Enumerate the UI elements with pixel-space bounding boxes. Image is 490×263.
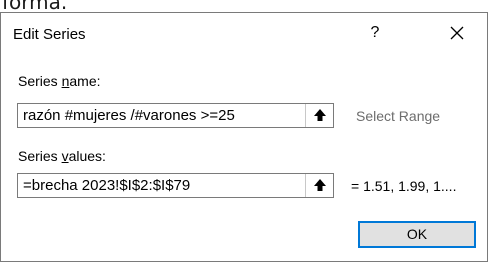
series-values-input[interactable]: =brecha 2023!$I$2:$I$79: [17, 173, 334, 198]
series-values-label-access-key: v: [61, 148, 69, 164]
screenshot: forma. Edit Series ? Series name: razón …: [0, 0, 490, 263]
edit-series-dialog: Edit Series ? Series name: razón #mujere…: [0, 12, 488, 262]
help-button[interactable]: ?: [357, 17, 393, 49]
series-values-label-prefix: Series: [18, 148, 62, 164]
series-values-label: Series values:: [18, 148, 106, 164]
ok-button[interactable]: OK: [358, 221, 476, 248]
select-range-text: Select Range: [356, 108, 441, 124]
collapse-dialog-icon: [314, 179, 326, 191]
title-bar: Edit Series ?: [1, 13, 487, 53]
series-values-preview: = 1.51, 1.99, 1....: [351, 178, 457, 194]
series-name-label-suffix: ame:: [69, 73, 101, 89]
series-name-label-prefix: Series: [18, 73, 62, 89]
series-name-value: razón #mujeres /#varones >=25: [23, 107, 235, 124]
series-values-label-suffix: alues:: [68, 148, 106, 164]
collapse-dialog-icon: [314, 109, 326, 121]
series-values-value: =brecha 2023!$I$2:$I$79: [23, 177, 191, 194]
dialog-title: Edit Series: [13, 26, 86, 43]
close-icon: [450, 26, 464, 40]
close-button[interactable]: [437, 17, 477, 49]
series-name-collapse-button[interactable]: [305, 104, 333, 127]
series-values-collapse-button[interactable]: [305, 174, 333, 197]
series-name-input[interactable]: razón #mujeres /#varones >=25: [17, 103, 334, 128]
series-name-label: Series name:: [18, 73, 101, 89]
